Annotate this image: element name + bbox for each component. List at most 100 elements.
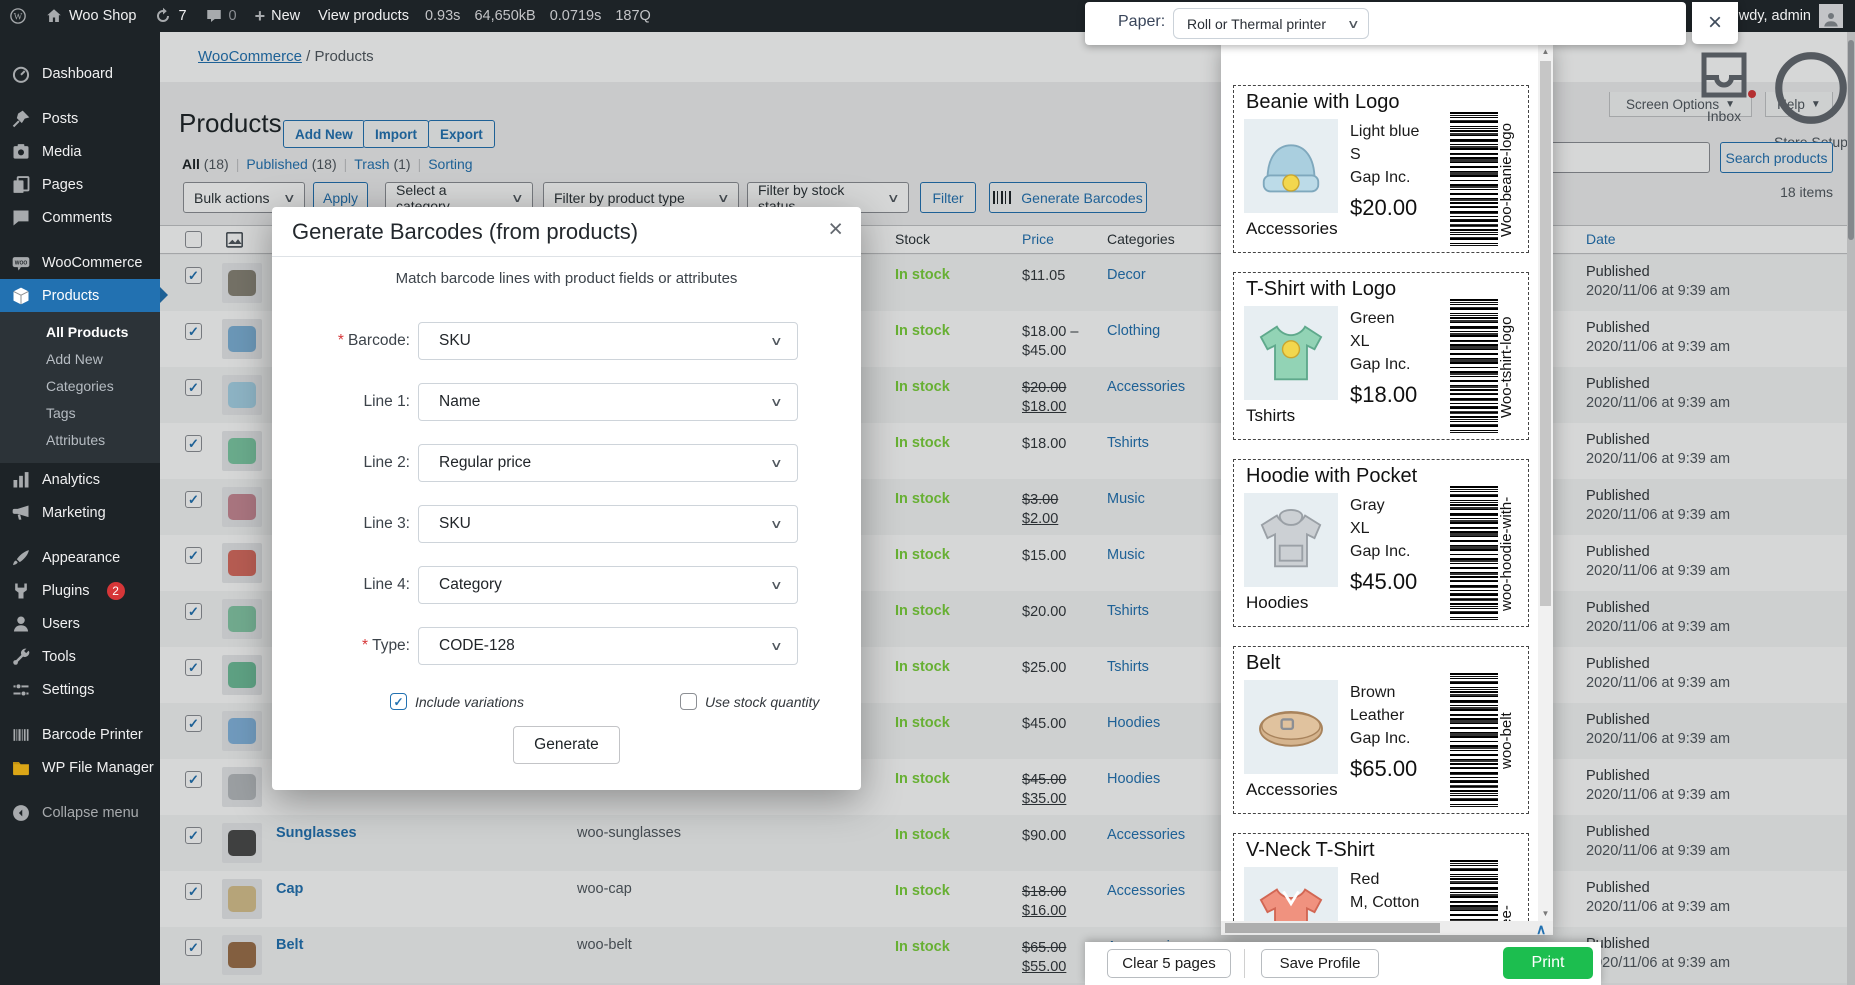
store-setup-activity[interactable]: Store Setup xyxy=(1768,45,1854,150)
view-link-all[interactable]: All xyxy=(182,156,200,172)
paper-select[interactable]: Roll or Thermal printer ∨ xyxy=(1173,8,1369,39)
product-thumbnail[interactable] xyxy=(222,767,262,807)
filter-button[interactable]: Filter xyxy=(920,182,976,213)
sidebar-subitem-all-products[interactable]: All Products xyxy=(0,319,160,346)
row-checkbox[interactable]: ✓ xyxy=(185,603,202,620)
product-category-link[interactable]: Music xyxy=(1107,547,1145,563)
row-checkbox[interactable]: ✓ xyxy=(185,379,202,396)
row-checkbox[interactable]: ✓ xyxy=(185,883,202,900)
sidebar-item-comments[interactable]: Comments xyxy=(0,201,160,234)
export-button[interactable]: Export xyxy=(428,120,495,148)
field-select-line2[interactable]: Regular price∨ xyxy=(418,444,798,482)
sidebar-item-woocommerce[interactable]: WOOWooCommerce xyxy=(0,246,160,279)
sidebar-item-tools[interactable]: Tools xyxy=(0,640,160,673)
product-thumbnail[interactable] xyxy=(222,431,262,471)
sidebar-item-analytics[interactable]: Analytics xyxy=(0,463,160,496)
product-category-link[interactable]: Tshirts xyxy=(1107,603,1149,619)
sidebar-item-marketing[interactable]: Marketing xyxy=(0,496,160,529)
product-thumbnail[interactable] xyxy=(222,823,262,863)
sidebar-subitem-add-new[interactable]: Add New xyxy=(0,346,160,373)
row-checkbox[interactable]: ✓ xyxy=(185,939,202,956)
product-category-link[interactable]: Hoodies xyxy=(1107,771,1160,787)
product-category-link[interactable]: Accessories xyxy=(1107,883,1185,899)
panel-horizontal-scrollbar[interactable] xyxy=(1221,921,1553,935)
breadcrumb-woocommerce-link[interactable]: WooCommerce xyxy=(198,48,302,65)
row-checkbox[interactable]: ✓ xyxy=(185,491,202,508)
field-select-line1[interactable]: Name∨ xyxy=(418,383,798,421)
sidebar-item-users[interactable]: Users xyxy=(0,607,160,640)
new-button[interactable]: + New xyxy=(246,0,310,32)
sidebar-item-wp-file-manager[interactable]: WP File Manager xyxy=(0,751,160,784)
product-thumbnail[interactable] xyxy=(222,487,262,527)
product-thumbnail[interactable] xyxy=(222,543,262,583)
product-thumbnail[interactable] xyxy=(222,879,262,919)
panel-close-button[interactable]: × xyxy=(1692,2,1738,44)
sidebar-item-products[interactable]: Products xyxy=(0,279,160,312)
sidebar-item-dashboard[interactable]: Dashboard xyxy=(0,57,160,90)
view-link-sorting[interactable]: Sorting xyxy=(428,156,472,172)
row-checkbox[interactable]: ✓ xyxy=(185,659,202,676)
site-name-link[interactable]: Woo Shop xyxy=(36,0,145,32)
row-checkbox[interactable]: ✓ xyxy=(185,771,202,788)
row-checkbox[interactable]: ✓ xyxy=(185,827,202,844)
product-thumbnail[interactable] xyxy=(222,319,262,359)
field-select-type[interactable]: CODE-128∨ xyxy=(418,627,798,665)
generate-button[interactable]: Generate xyxy=(513,726,620,764)
product-thumbnail[interactable] xyxy=(222,711,262,751)
product-thumbnail[interactable] xyxy=(222,935,262,975)
view-link-trash[interactable]: Trash xyxy=(354,156,389,172)
select-all-checkbox[interactable] xyxy=(185,231,202,248)
field-select-line4[interactable]: Category∨ xyxy=(418,566,798,604)
sidebar-item-media[interactable]: Media xyxy=(0,135,160,168)
sidebar-item-appearance[interactable]: Appearance xyxy=(0,541,160,574)
row-checkbox[interactable]: ✓ xyxy=(185,323,202,340)
product-thumbnail[interactable] xyxy=(222,375,262,415)
sidebar-item-collapse-menu[interactable]: Collapse menu xyxy=(0,796,160,829)
product-thumbnail[interactable] xyxy=(222,599,262,639)
field-select-line3[interactable]: SKU∨ xyxy=(418,505,798,543)
product-category-link[interactable]: Hoodies xyxy=(1107,715,1160,731)
product-thumbnail[interactable] xyxy=(222,655,262,695)
product-category-link[interactable]: Clothing xyxy=(1107,323,1160,339)
column-header-categories[interactable]: Categories xyxy=(1107,231,1175,247)
column-header-date[interactable]: Date xyxy=(1586,231,1616,247)
wordpress-logo-icon[interactable]: W xyxy=(0,0,36,32)
product-thumbnail[interactable] xyxy=(222,263,262,303)
page-scrollbar[interactable] xyxy=(1847,32,1855,985)
sidebar-item-pages[interactable]: Pages xyxy=(0,168,160,201)
panel-hscrollbar-thumb[interactable] xyxy=(1225,923,1440,933)
page-scrollbar-thumb[interactable] xyxy=(1848,40,1854,240)
product-name-link[interactable]: Cap xyxy=(276,881,303,897)
sidebar-subitem-tags[interactable]: Tags xyxy=(0,400,160,427)
updates-indicator[interactable]: 7 xyxy=(145,0,195,32)
checkbox-box[interactable]: ✓ xyxy=(390,693,407,710)
field-select-barcode[interactable]: SKU∨ xyxy=(418,322,798,360)
view-link-published[interactable]: Published xyxy=(246,156,308,172)
scroll-top-caret[interactable]: ∧ xyxy=(1536,921,1546,938)
product-name-link[interactable]: Belt xyxy=(276,937,303,953)
column-header-price[interactable]: Price xyxy=(1022,231,1054,247)
avatar[interactable] xyxy=(1819,4,1843,28)
checkbox-include-variations[interactable]: ✓Include variations xyxy=(390,693,524,710)
product-category-link[interactable]: Tshirts xyxy=(1107,435,1149,451)
search-products-button[interactable]: Search products xyxy=(1720,142,1833,173)
checkbox-use-stock-quantity[interactable]: Use stock quantity xyxy=(680,693,819,710)
product-name-link[interactable]: Sunglasses xyxy=(276,825,357,841)
generate-barcodes-button[interactable]: Generate Barcodes xyxy=(989,182,1147,213)
import-button[interactable]: Import xyxy=(363,120,429,148)
sidebar-item-barcode-printer[interactable]: Barcode Printer xyxy=(0,718,160,751)
product-category-link[interactable]: Tshirts xyxy=(1107,659,1149,675)
add-new-button[interactable]: Add New xyxy=(283,120,365,148)
row-checkbox[interactable]: ✓ xyxy=(185,267,202,284)
product-category-link[interactable]: Accessories xyxy=(1107,379,1185,395)
sidebar-subitem-attributes[interactable]: Attributes xyxy=(0,427,160,454)
scroll-up-arrow-icon[interactable]: ▲ xyxy=(1538,45,1553,59)
checkbox-box[interactable] xyxy=(680,693,697,710)
scroll-down-arrow-icon[interactable]: ▼ xyxy=(1538,907,1553,921)
inbox-activity[interactable]: Inbox xyxy=(1694,45,1754,124)
row-checkbox[interactable]: ✓ xyxy=(185,715,202,732)
print-button[interactable]: Print xyxy=(1503,947,1593,979)
sidebar-subitem-categories[interactable]: Categories xyxy=(0,373,160,400)
sidebar-item-settings[interactable]: Settings xyxy=(0,673,160,706)
panel-scrollbar-thumb[interactable] xyxy=(1540,61,1551,606)
